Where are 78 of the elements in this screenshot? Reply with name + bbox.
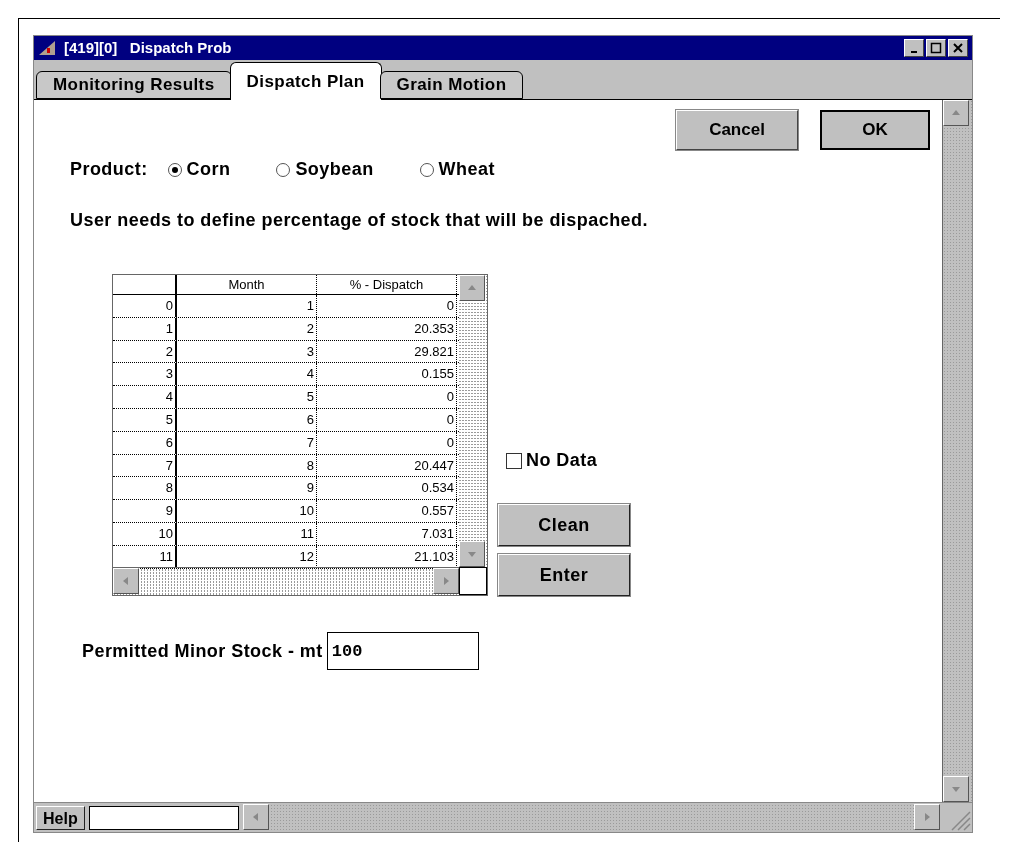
clean-button[interactable]: Clean	[498, 504, 630, 546]
row-index-cell: 10	[113, 522, 177, 545]
table-cell: 20.447	[317, 454, 457, 477]
radio-label: Wheat	[438, 158, 495, 181]
column-header: % - Dispatch	[317, 275, 457, 294]
table-cell: 21.103	[317, 545, 457, 568]
maximize-button[interactable]	[926, 39, 946, 57]
enter-button[interactable]: Enter	[498, 554, 630, 596]
table-cell: 11	[177, 522, 317, 545]
vertical-scrollbar[interactable]	[942, 100, 972, 802]
maximize-icon	[930, 42, 942, 54]
tab[interactable]: Dispatch Plan	[229, 62, 382, 100]
scroll-left-button[interactable]	[113, 568, 139, 594]
ok-button[interactable]: OK	[820, 110, 930, 150]
table-cell: 10	[177, 500, 317, 522]
radio-option[interactable]: Wheat	[419, 156, 495, 183]
table-cell: 4	[177, 363, 317, 386]
close-button[interactable]	[948, 39, 968, 57]
tab[interactable]: Grain Motion	[379, 71, 524, 99]
table-cell: 29.821	[317, 340, 457, 363]
minimize-button[interactable]	[904, 39, 924, 57]
scroll-down-button[interactable]	[943, 776, 969, 802]
product-label: Product:	[70, 158, 148, 181]
stock-input-field[interactable]: 100	[326, 632, 479, 670]
tab[interactable]: Monitoring Results	[36, 71, 232, 99]
no-data-checkbox-row[interactable]: No Data	[506, 447, 630, 474]
scroll-left-button[interactable]	[242, 803, 269, 830]
row-index-cell: 2	[113, 340, 177, 363]
row-index-cell: 6	[113, 431, 177, 454]
table-cell: 7	[177, 431, 317, 454]
minimize-icon	[911, 51, 917, 53]
close-icon	[952, 42, 964, 54]
checkbox-label: No Data	[526, 449, 598, 472]
cancel-button[interactable]: Cancel	[676, 110, 798, 150]
table-cell: 12	[177, 545, 317, 568]
row-index-cell: 4	[113, 386, 177, 408]
radio-option[interactable]: Corn	[167, 156, 231, 183]
horizontal-scrollbar[interactable]	[242, 803, 940, 832]
table-cell: 0	[317, 386, 457, 408]
scroll-up-button[interactable]	[943, 100, 969, 126]
row-index-cell: 9	[113, 500, 177, 522]
table-cell: 7.031	[317, 522, 457, 545]
table-cell: 8	[177, 454, 317, 477]
row-index-cell: 8	[113, 477, 177, 500]
table-cell: 0	[317, 295, 457, 317]
stock-field-label: Permitted Minor Stock - mt	[82, 639, 323, 663]
column-header: Month	[177, 275, 317, 294]
row-index-cell: 1	[113, 317, 177, 340]
scroll-right-button[interactable]	[914, 803, 940, 830]
row-index-cell: 5	[113, 409, 177, 431]
row-index-cell: 0	[113, 295, 177, 317]
table-cell: 5	[177, 386, 317, 408]
table-cell: 0	[317, 431, 457, 454]
help-button[interactable]: Help	[36, 805, 85, 830]
horizontal-scrollbar[interactable]	[113, 567, 459, 595]
vertical-scrollbar[interactable]	[459, 275, 487, 567]
app-icon	[38, 40, 56, 56]
checkbox[interactable]	[506, 452, 522, 469]
table-cell: 0.155	[317, 363, 457, 386]
row-index-cell: 3	[113, 363, 177, 386]
window-title: [419][0] Dispatch Prob	[64, 37, 232, 58]
scroll-right-button[interactable]	[433, 568, 459, 594]
table-cell: 9	[177, 477, 317, 500]
row-index-cell: 7	[113, 454, 177, 477]
table-cell: 0.557	[317, 500, 457, 522]
radio-label: Corn	[186, 158, 231, 181]
table-cell: 3	[177, 340, 317, 363]
scroll-up-button[interactable]	[459, 275, 485, 301]
table-cell: 20.353	[317, 317, 457, 340]
table-cell: 2	[177, 317, 317, 340]
table-cell: 6	[177, 409, 317, 431]
scroll-down-button[interactable]	[459, 541, 485, 567]
instructions-text: User needs to define percentage of stock that will be dispached.	[70, 209, 649, 232]
table-cell: 1	[177, 295, 317, 317]
table-cell: 0	[317, 409, 457, 431]
radio-label: Soybean	[295, 158, 374, 181]
radio-option[interactable]: Soybean	[276, 156, 374, 183]
table-cell: 0.534	[317, 477, 457, 500]
